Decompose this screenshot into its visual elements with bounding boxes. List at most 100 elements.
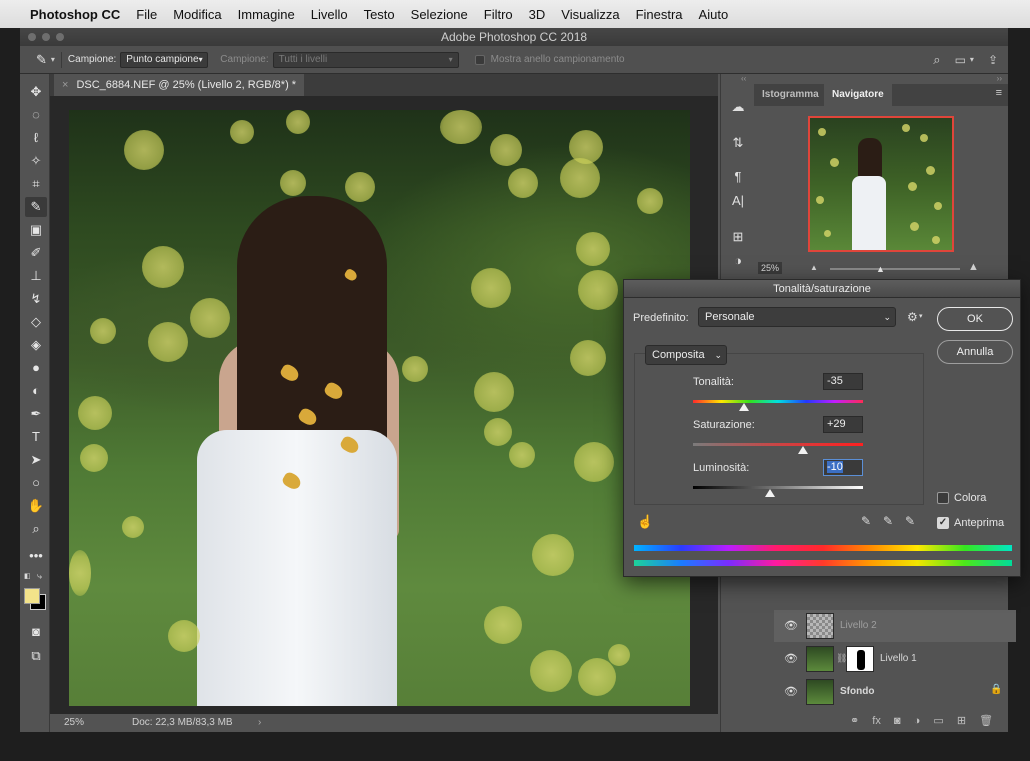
- chevron-down-icon[interactable]: ▾: [919, 312, 923, 320]
- history-icon[interactable]: ⇅: [729, 134, 747, 152]
- gear-icon[interactable]: ⚙: [907, 310, 918, 324]
- layer-mask-thumbnail[interactable]: [846, 646, 874, 672]
- saturation-slider-thumb[interactable]: [797, 446, 808, 454]
- menu-livello[interactable]: Livello: [303, 7, 356, 22]
- preview-checkbox[interactable]: ✓: [937, 517, 949, 529]
- preset-select[interactable]: Personale ⌄: [698, 307, 896, 327]
- zoom-level[interactable]: 25%: [64, 714, 84, 732]
- lightness-input[interactable]: -10: [823, 459, 863, 476]
- zoom-out-icon[interactable]: ▲: [810, 263, 818, 272]
- hue-input[interactable]: -35: [823, 373, 863, 390]
- eyedropper-icon[interactable]: ✎: [861, 514, 871, 528]
- layer-name[interactable]: Livello 2: [840, 620, 877, 631]
- chevron-right-icon[interactable]: ›: [258, 714, 261, 732]
- eyedropper-minus-icon[interactable]: ✎: [905, 514, 915, 528]
- tab-navigatore[interactable]: Navigatore: [824, 84, 892, 106]
- screen-mode-icon[interactable]: ⧉: [25, 646, 47, 666]
- eye-icon[interactable]: 👁: [784, 619, 798, 633]
- menu-modifica[interactable]: Modifica: [165, 7, 229, 22]
- layer-row-livello-2[interactable]: 👁 Livello 2: [774, 610, 1016, 642]
- menu-aiuto[interactable]: Aiuto: [691, 7, 737, 22]
- stamp-tool-icon[interactable]: ⊥: [25, 266, 47, 286]
- navigator-zoom-slider[interactable]: [830, 268, 960, 270]
- hue-slider-thumb[interactable]: [739, 403, 749, 411]
- eye-icon[interactable]: 👁: [784, 685, 798, 699]
- lasso-tool-icon[interactable]: ℓ: [25, 128, 47, 148]
- sample-layers-select[interactable]: Tutti i livelli ▾: [272, 51, 459, 68]
- type-tool-icon[interactable]: T: [25, 427, 47, 447]
- link-layers-icon[interactable]: ⚭: [850, 715, 859, 727]
- brush-tool-icon[interactable]: ✐: [25, 243, 47, 263]
- zoom-tool-icon[interactable]: ⌕: [25, 519, 47, 539]
- lightness-slider-thumb[interactable]: [764, 489, 775, 497]
- photo-canvas[interactable]: [69, 110, 690, 706]
- layer-row-livello-1[interactable]: 👁 ⛓ Livello 1: [774, 643, 1016, 675]
- chevron-down-icon[interactable]: ▾: [51, 55, 55, 64]
- blur-tool-icon[interactable]: ●: [25, 358, 47, 378]
- collapse-icon[interactable]: ‹‹: [741, 74, 746, 83]
- character-icon[interactable]: A|: [729, 192, 747, 210]
- quick-selection-tool-icon[interactable]: ✧: [25, 151, 47, 171]
- hand-tool-icon[interactable]: ✋: [25, 496, 47, 516]
- frame-tool-icon[interactable]: ▣: [25, 220, 47, 240]
- new-layer-icon[interactable]: ⊞: [957, 715, 966, 727]
- adjustments-icon[interactable]: ◑: [729, 252, 747, 270]
- swap-colors-icon[interactable]: ⤷: [37, 571, 42, 582]
- close-tab-icon[interactable]: ×: [62, 79, 68, 91]
- navigator-thumbnail[interactable]: [808, 116, 954, 252]
- ellipse-marquee-tool-icon[interactable]: ◌: [25, 105, 47, 125]
- output-color-bar[interactable]: [634, 560, 1012, 566]
- layer-row-sfondo[interactable]: 👁 Sfondo 🔒: [774, 676, 1016, 708]
- eyedropper-tool-icon[interactable]: ✎: [25, 197, 47, 217]
- add-mask-icon[interactable]: ◙: [894, 715, 901, 727]
- menu-file[interactable]: File: [128, 7, 165, 22]
- sample-size-select[interactable]: Punto campione ▾: [120, 51, 209, 68]
- menu-3d[interactable]: 3D: [521, 7, 554, 22]
- zoom-in-icon[interactable]: ▲: [968, 261, 979, 273]
- canvas-area[interactable]: [50, 96, 718, 714]
- delete-layer-icon[interactable]: 🗑: [979, 715, 993, 727]
- paragraph-icon[interactable]: ¶: [729, 168, 747, 186]
- eyedropper-tool-preset-icon[interactable]: ✎: [36, 52, 47, 68]
- tab-istogramma[interactable]: Istogramma: [754, 84, 827, 106]
- eye-icon[interactable]: 👁: [784, 652, 798, 666]
- colorize-checkbox[interactable]: [937, 492, 949, 504]
- saturation-input[interactable]: +29: [823, 416, 863, 433]
- navigator-zoom-input[interactable]: 25%: [758, 262, 783, 274]
- crop-tool-icon[interactable]: ⌗: [25, 174, 47, 194]
- share-icon[interactable]: ⇪: [988, 53, 998, 67]
- document-tab[interactable]: × DSC_6884.NEF @ 25% (Livello 2, RGB/8*) …: [54, 74, 305, 96]
- cancel-button[interactable]: Annulla: [937, 340, 1013, 364]
- panel-menu-icon[interactable]: ≡: [996, 87, 1002, 99]
- adjustment-layer-icon[interactable]: ◑: [914, 715, 921, 727]
- navigator-zoom-thumb[interactable]: ▲: [876, 264, 885, 274]
- menu-selezione[interactable]: Selezione: [403, 7, 476, 22]
- collapse-panels-icon[interactable]: ››: [997, 74, 1002, 83]
- zoom-window-button[interactable]: [56, 33, 64, 41]
- paint-bucket-tool-icon[interactable]: ◈: [25, 335, 47, 355]
- hue-slider-track[interactable]: [693, 400, 863, 403]
- show-sampling-ring-checkbox[interactable]: [474, 54, 485, 65]
- new-group-icon[interactable]: ▭: [933, 715, 943, 727]
- layer-name[interactable]: Sfondo: [840, 686, 874, 697]
- saturation-slider-track[interactable]: [693, 443, 863, 446]
- foreground-color-swatch[interactable]: [24, 588, 40, 604]
- menu-filtro[interactable]: Filtro: [476, 7, 521, 22]
- ok-button[interactable]: OK: [937, 307, 1013, 331]
- document-size[interactable]: Doc: 22,3 MB/83,3 MB: [132, 714, 233, 732]
- menu-testo[interactable]: Testo: [356, 7, 403, 22]
- menu-app[interactable]: Photoshop CC: [26, 7, 128, 22]
- ellipse-tool-icon[interactable]: ○: [25, 473, 47, 493]
- move-tool-icon[interactable]: ✥: [25, 82, 47, 102]
- quick-mask-icon[interactable]: ◙: [25, 622, 47, 642]
- default-colors-icon[interactable]: ◧: [24, 572, 32, 580]
- layer-name[interactable]: Livello 1: [880, 653, 917, 664]
- lightness-slider-track[interactable]: [693, 486, 863, 489]
- pen-tool-icon[interactable]: ✒: [25, 404, 47, 424]
- lock-icon[interactable]: 🔒: [990, 684, 1002, 695]
- workspace-icon[interactable]: ▭: [955, 53, 966, 67]
- menu-immagine[interactable]: Immagine: [230, 7, 303, 22]
- chevron-down-icon[interactable]: ▾: [970, 55, 974, 64]
- menu-finestra[interactable]: Finestra: [628, 7, 691, 22]
- channel-select[interactable]: Composita ⌄: [645, 345, 727, 365]
